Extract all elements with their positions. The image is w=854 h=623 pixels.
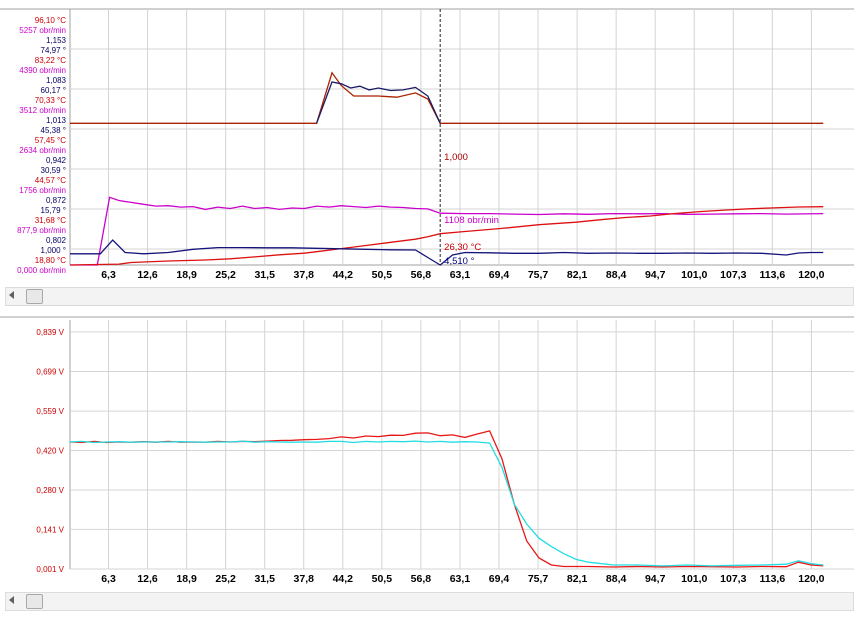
bottom-chart-panel: 0,839 V 0,699 V 0,559 V 0,420 V 0,280 V 0,141… (0, 315, 854, 623)
voltage-series-line-1 (69, 430, 824, 568)
y-axis-label: 1756 obr/min (19, 186, 66, 195)
x-tick-label: 6,3 (101, 573, 116, 585)
x-tick-label: 107,3 (720, 269, 746, 281)
x-tick-label: 25,2 (215, 269, 236, 281)
y-axis-label: 1,083 (46, 76, 67, 85)
x-tick-label: 31,5 (254, 573, 275, 585)
x-tick-label: 120,0 (798, 269, 824, 281)
x-tick-label: 50,5 (372, 269, 393, 281)
x-tick-label: 12,6 (137, 269, 158, 281)
x-tick-label: 94,7 (645, 573, 666, 585)
x-tick-label: 6,3 (101, 269, 116, 281)
y-tick-label: 0,141 V (36, 525, 64, 534)
y-axis-label: 45,38 ° (41, 126, 66, 135)
x-tick-label: 94,7 (645, 269, 666, 281)
cursor-value-angle: 4,510 ° (444, 256, 474, 267)
cursor-value-rpm: 1108 obr/min (444, 215, 499, 226)
x-tick-label: 50,5 (372, 573, 393, 585)
x-tick-label: 18,9 (176, 573, 197, 585)
scroll-left-arrow-icon[interactable] (9, 291, 14, 299)
cursor-value-lambda: 1,000 (444, 152, 468, 163)
x-tick-label: 88,4 (606, 573, 627, 585)
y-axis-label: 57,45 °C (35, 136, 66, 145)
x-tick-label: 88,4 (606, 269, 627, 281)
y-axis-label: 3512 obr/min (19, 106, 66, 115)
y-tick-label: 0,559 V (36, 407, 64, 416)
y-axis-label: 15,79 ° (41, 206, 66, 215)
y-axis-label: 31,68 °C (35, 216, 66, 225)
voltage-series-line-2 (69, 440, 824, 567)
y-axis-label: 44,57 °C (35, 176, 66, 185)
x-tick-label: 25,2 (215, 573, 236, 585)
x-tick-label: 12,6 (137, 573, 158, 585)
scroll-left-arrow-icon[interactable] (9, 596, 14, 604)
x-tick-label: 44,2 (333, 573, 354, 585)
y-axis-label: 1,013 (46, 116, 67, 125)
top-horizontal-scrollbar[interactable] (5, 287, 854, 306)
x-tick-label: 18,9 (176, 269, 197, 281)
y-axis-label: 2634 obr/min (19, 146, 66, 155)
series-line-rpm (70, 196, 824, 266)
x-tick-label: 56,8 (411, 269, 432, 281)
x-tick-label: 37,8 (294, 573, 315, 585)
x-tick-label: 37,8 (294, 269, 315, 281)
y-tick-label: 0,839 V (36, 328, 64, 337)
x-tick-label: 113,6 (759, 269, 785, 281)
y-tick-label: 0,001 V (36, 565, 64, 574)
top-chart-panel: 96,10 °C 5257 obr/min 1,153 74,97 ° 83,22 °C… (0, 0, 854, 312)
series-line-lambda (70, 71, 824, 124)
top-chart: 96,10 °C5257 obr/min1,15374,97 °83,22 °C… (0, 8, 854, 281)
y-axis-label: 0,872 (46, 196, 67, 205)
y-axis-label: 5257 obr/min (19, 26, 66, 35)
y-axis-label: 0,000 obr/min (17, 266, 66, 275)
x-tick-label: 63,1 (450, 269, 471, 281)
x-tick-label: 75,7 (528, 269, 549, 281)
x-tick-label: 82,1 (567, 573, 588, 585)
x-tick-label: 63,1 (450, 573, 471, 585)
y-tick-label: 0,420 V (36, 446, 64, 455)
y-axis-label: 1,000 ° (41, 246, 66, 255)
cursor-value-temp: 26,30 °C (444, 242, 481, 253)
x-tick-label: 120,0 (798, 573, 824, 585)
y-tick-label: 0,280 V (36, 486, 64, 495)
x-tick-label: 82,1 (567, 269, 588, 281)
y-axis-label: 0,802 (46, 236, 67, 245)
top-scrollbar-thumb[interactable] (26, 289, 43, 304)
bottom-scrollbar-thumb[interactable] (26, 594, 43, 609)
x-tick-label: 56,8 (411, 573, 432, 585)
y-axis-label: 74,97 ° (41, 46, 66, 55)
bottom-horizontal-scrollbar[interactable] (5, 592, 854, 611)
y-axis-label: 4390 obr/min (19, 66, 66, 75)
y-axis-label: 60,17 ° (41, 86, 66, 95)
y-axis-label: 30,59 ° (41, 166, 66, 175)
y-axis-label: 83,22 °C (35, 56, 66, 65)
y-axis-label: 96,10 °C (35, 16, 66, 25)
y-axis-label: 18,80 °C (35, 256, 66, 265)
x-tick-label: 101,0 (681, 573, 707, 585)
bottom-chart: 0,839 V 0,699 V 0,559 V 0,420 V 0,280 V 0,141… (0, 316, 854, 585)
x-tick-label: 69,4 (489, 573, 510, 585)
y-axis-label: 877,9 obr/min (17, 226, 66, 235)
x-tick-label: 101,0 (681, 269, 707, 281)
x-tick-label: 31,5 (254, 269, 275, 281)
x-tick-label: 113,6 (759, 573, 785, 585)
y-axis-label: 0,942 (46, 156, 67, 165)
x-tick-label: 44,2 (333, 269, 354, 281)
x-tick-label: 107,3 (720, 573, 746, 585)
y-tick-label: 0,699 V (36, 367, 64, 376)
x-tick-label: 69,4 (489, 269, 510, 281)
y-axis-label: 1,153 (46, 36, 67, 45)
y-axis-label: 70,33 °C (35, 96, 66, 105)
x-tick-label: 75,7 (528, 573, 549, 585)
series-line-lambda2 (315, 81, 441, 124)
